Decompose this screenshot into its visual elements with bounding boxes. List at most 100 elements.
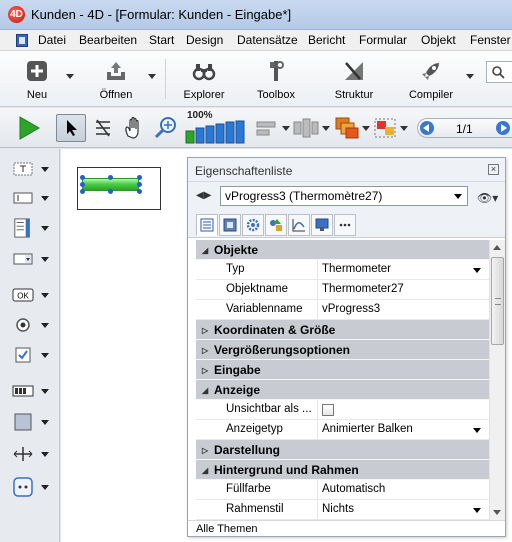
structure-button[interactable]: Struktur (326, 53, 382, 105)
zoom-tool-icon[interactable] (153, 114, 179, 142)
select-tool-button[interactable] (56, 114, 86, 142)
tab-display[interactable] (219, 214, 241, 236)
selection-handle[interactable] (137, 182, 142, 187)
palette-progress-tool[interactable] (12, 378, 52, 404)
palette-text-tool[interactable] (12, 156, 52, 182)
prev-page-button[interactable] (420, 121, 434, 135)
menu-datei[interactable]: Datei (38, 33, 66, 47)
expanded-triangle-icon[interactable]: ◢ (202, 466, 208, 475)
collapsed-triangle-icon[interactable]: ▷ (202, 346, 208, 355)
selection-handle[interactable] (108, 189, 113, 194)
sort-tool-icon[interactable] (93, 114, 113, 142)
hand-tool-icon[interactable] (122, 114, 146, 142)
toolbox-button[interactable]: Toolbox (250, 53, 302, 105)
align-dropdown-arrow[interactable] (282, 126, 290, 131)
menu-datensaetze[interactable]: Datensätze (237, 33, 298, 47)
run-icon[interactable] (16, 114, 42, 142)
tab-chart[interactable] (288, 214, 310, 236)
scroll-down-icon[interactable] (493, 510, 501, 515)
property-value[interactable]: Thermometer27 (320, 280, 489, 299)
tab-monitor[interactable] (311, 214, 333, 236)
property-checkbox[interactable] (322, 404, 334, 416)
property-value[interactable]: Automatisch (320, 480, 489, 499)
close-icon[interactable]: × (488, 164, 499, 175)
tab-more[interactable] (334, 214, 356, 236)
menu-start[interactable]: Start (149, 33, 174, 47)
distribute-dropdown-arrow[interactable] (322, 126, 330, 131)
chevron-down-icon[interactable] (473, 268, 481, 273)
property-group-row[interactable]: ▷ Vergrößerungsoptionen (196, 340, 489, 360)
scroll-thumb[interactable] (491, 257, 504, 345)
expanded-triangle-icon[interactable]: ◢ (202, 386, 208, 395)
property-group-row[interactable]: ▷ Darstellung (196, 440, 489, 460)
explorer-button[interactable]: Explorer (176, 53, 232, 105)
gear-icon (246, 218, 260, 232)
theme-filter-label[interactable]: Alle Themen (188, 520, 505, 536)
property-value[interactable]: Animierter Balken (320, 420, 489, 439)
explorer-label: Explorer (183, 89, 225, 101)
group-objects-icon[interactable] (372, 114, 400, 142)
tab-all-properties[interactable] (196, 214, 218, 236)
palette-radio-tool[interactable] (12, 312, 52, 338)
palette-checkbox-tool[interactable] (12, 342, 52, 368)
next-page-button[interactable] (496, 121, 510, 135)
scroll-up-icon[interactable] (493, 245, 501, 250)
menu-fenster[interactable]: Fenster (470, 33, 511, 47)
property-tabs (188, 212, 505, 238)
tab-shapes[interactable] (265, 214, 287, 236)
menu-objekt[interactable]: Objekt (421, 33, 456, 47)
object-nav-arrows[interactable]: ◀▶ (196, 190, 211, 201)
compiler-button[interactable]: Compiler (402, 53, 460, 105)
collapsed-triangle-icon[interactable]: ▷ (202, 366, 208, 375)
property-value[interactable] (320, 400, 489, 419)
palette-dropdown-tool[interactable] (12, 246, 52, 272)
open-dropdown-arrow[interactable] (148, 74, 156, 79)
window-menu-icon[interactable] (16, 34, 28, 47)
object-select[interactable]: vProgress3 (Thermomètre27) (220, 186, 468, 206)
new-dropdown-arrow[interactable] (66, 74, 74, 79)
property-group-row[interactable]: ▷ Eingabe (196, 360, 489, 380)
selection-handle[interactable] (80, 189, 85, 194)
layer-dropdown-arrow[interactable] (362, 126, 370, 131)
eye-icon[interactable]: 👁▾ (477, 191, 498, 205)
search-field[interactable] (486, 61, 512, 83)
menu-formular[interactable]: Formular (359, 33, 407, 47)
property-scrollbar[interactable] (489, 240, 505, 520)
expanded-triangle-icon[interactable]: ◢ (202, 246, 208, 255)
property-value[interactable]: Thermometer (320, 260, 489, 279)
compiler-dropdown-arrow[interactable] (466, 74, 474, 79)
chevron-down-icon[interactable] (473, 428, 481, 433)
chevron-right-icon (501, 124, 507, 132)
collapsed-triangle-icon[interactable]: ▷ (202, 446, 208, 455)
property-value[interactable]: vProgress3 (320, 300, 489, 319)
zoom-level-bars-icon[interactable] (185, 120, 247, 144)
selection-handle[interactable] (137, 175, 142, 180)
palette-button-tool[interactable]: OK (12, 282, 52, 308)
tab-events[interactable] (242, 214, 264, 236)
property-group-row[interactable]: ▷ Koordinaten & Größe (196, 320, 489, 340)
menu-design[interactable]: Design (186, 33, 223, 47)
selection-handle[interactable] (108, 175, 113, 180)
group-dropdown-arrow[interactable] (400, 126, 408, 131)
selection-handle[interactable] (80, 182, 85, 187)
selection-handle[interactable] (137, 189, 142, 194)
property-group-row[interactable]: ◢ Hintergrund und Rahmen (196, 460, 489, 480)
chevron-down-icon[interactable] (473, 508, 481, 513)
distribute-icon[interactable] (292, 114, 320, 142)
palette-list-tool[interactable] (12, 215, 52, 241)
collapsed-triangle-icon[interactable]: ▷ (202, 326, 208, 335)
palette-splitter-tool[interactable] (12, 441, 52, 467)
property-value[interactable]: Nichts (320, 500, 489, 519)
menu-bearbeiten[interactable]: Bearbeiten (79, 33, 137, 47)
palette-rectangle-tool[interactable] (12, 409, 52, 435)
palette-plugin-tool[interactable] (12, 474, 52, 500)
palette-input-tool[interactable] (12, 185, 52, 211)
property-group-row[interactable]: ◢ Anzeige (196, 380, 489, 400)
align-icon[interactable] (254, 114, 280, 142)
open-button[interactable]: Öffnen (88, 53, 144, 105)
new-button[interactable]: Neu (14, 53, 60, 105)
property-group-row[interactable]: ◢ Objekte (196, 240, 489, 260)
layer-order-icon[interactable] (333, 114, 361, 142)
menu-bericht[interactable]: Bericht (308, 33, 345, 47)
selection-handle[interactable] (80, 175, 85, 180)
